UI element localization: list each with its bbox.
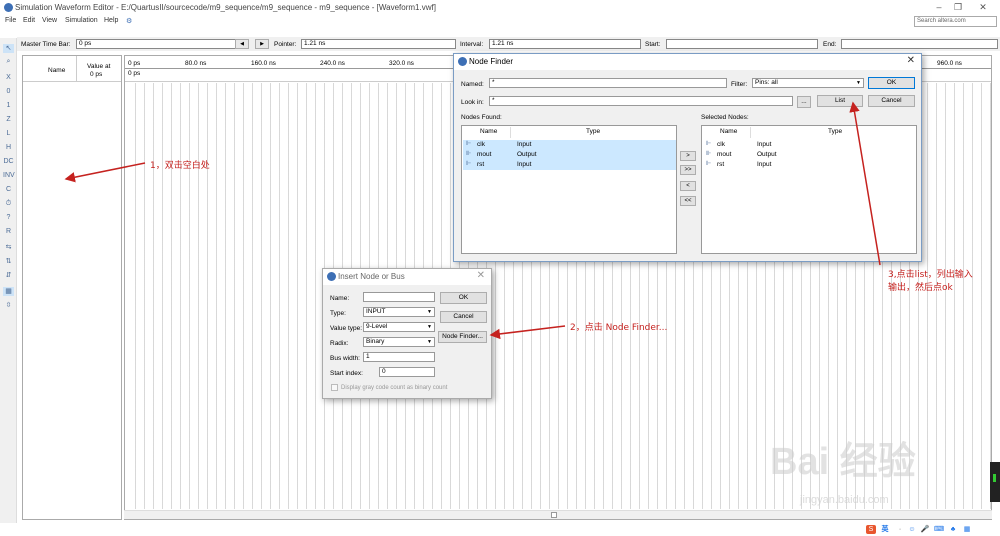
side-widget — [990, 462, 1000, 502]
sogou-icon[interactable]: S — [866, 525, 876, 534]
microphone-icon[interactable]: 🎤 — [920, 525, 930, 534]
emoji-icon[interactable]: ☺ — [907, 525, 917, 534]
keyboard-icon[interactable]: ⌨ — [934, 525, 944, 534]
annotation-step2: 2，点击 Node Finder... — [570, 323, 668, 333]
ime-language[interactable]: 英 — [880, 525, 890, 534]
arrow-to-node-finder-button — [489, 325, 566, 340]
arrow-to-blank-area — [64, 162, 146, 183]
toolbox-icon[interactable]: ▦ — [962, 525, 972, 534]
punctuation-icon[interactable]: · — [895, 525, 905, 534]
annotation-step1: 1，双击空白处 — [150, 161, 210, 171]
annotation-step3-line2: 输出，然后点ok — [888, 283, 953, 293]
annotation-arrows — [64, 101, 881, 340]
system-tray: S 英 · ☺ 🎤 ⌨ ♣ ▦ — [0, 523, 1000, 536]
arrow-to-list-button — [849, 101, 881, 266]
skin-icon[interactable]: ♣ — [948, 525, 958, 534]
annotation-step3-line1: 3,点击list，列出输入 — [888, 270, 973, 280]
